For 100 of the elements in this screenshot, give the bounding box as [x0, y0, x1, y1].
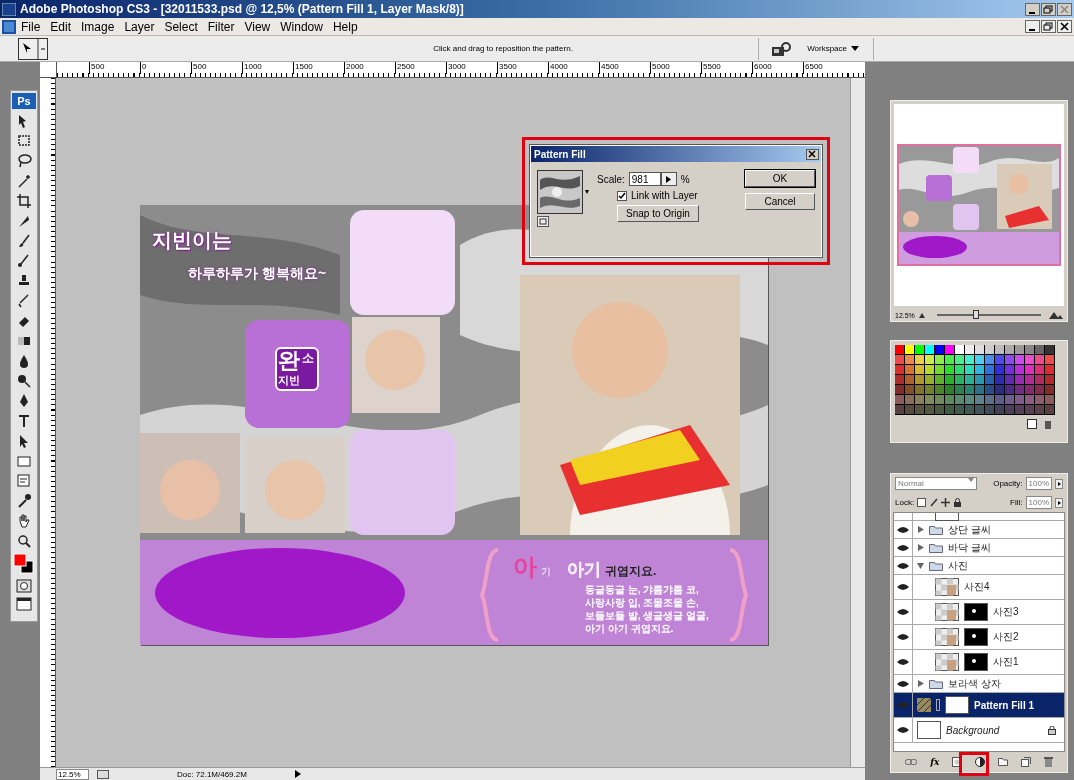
- color-swatches-icon[interactable]: [13, 553, 35, 575]
- eye-icon[interactable]: [897, 583, 909, 591]
- opacity-field[interactable]: 100%: [1025, 477, 1052, 490]
- caret-icon[interactable]: [585, 189, 589, 195]
- menu-item[interactable]: Edit: [45, 19, 77, 34]
- workspace-button[interactable]: Workspace: [805, 42, 861, 55]
- crop-icon[interactable]: [16, 193, 32, 209]
- mask-mode-icon[interactable]: [16, 579, 32, 593]
- zoom-icon[interactable]: [16, 533, 32, 549]
- close-icon[interactable]: [806, 148, 819, 160]
- brush-icon[interactable]: [16, 293, 32, 309]
- menu-item[interactable]: Window: [275, 19, 328, 34]
- checkbox[interactable]: [617, 190, 627, 201]
- menu-item[interactable]: Image: [76, 19, 120, 34]
- lock-icon[interactable]: [953, 498, 963, 507]
- zoom-in-icon[interactable]: [1049, 311, 1063, 319]
- disclosure-triangle-icon[interactable]: [917, 544, 924, 551]
- new-preset-icon[interactable]: [537, 216, 549, 227]
- eye-icon[interactable]: [897, 658, 909, 666]
- pattern-swatch[interactable]: [537, 170, 583, 214]
- brush-icon[interactable]: [16, 233, 32, 249]
- swatch-grid[interactable]: [895, 345, 1055, 415]
- restore-icon[interactable]: [1041, 20, 1056, 33]
- layer-row[interactable]: 상단 글씨: [894, 521, 1064, 539]
- menu-item[interactable]: Filter: [202, 19, 240, 34]
- poem-line: 아기 아기 귀엽지요.: [585, 622, 675, 635]
- hand-icon[interactable]: [16, 513, 32, 529]
- lock-icon: [1048, 725, 1056, 735]
- slider-thumb[interactable]: [973, 310, 980, 319]
- close-icon[interactable]: [1057, 20, 1072, 33]
- play-icon[interactable]: [1055, 497, 1063, 508]
- preview-icon[interactable]: [97, 769, 109, 779]
- brush-icon[interactable]: [929, 498, 939, 507]
- disclosure-triangle-icon[interactable]: [917, 562, 924, 569]
- type-icon[interactable]: [16, 413, 32, 429]
- brush-icon[interactable]: [16, 253, 32, 269]
- note-icon[interactable]: [16, 473, 32, 489]
- folder-icon[interactable]: [997, 758, 1008, 766]
- link-icon[interactable]: [905, 759, 918, 765]
- menu-item[interactable]: Help: [327, 19, 363, 34]
- play-icon[interactable]: [1055, 478, 1063, 489]
- ruler-label: 1000: [242, 62, 293, 74]
- mask-thumbnail: [964, 653, 988, 671]
- menu-item[interactable]: File: [16, 19, 46, 34]
- layer-row[interactable]: 사진4: [894, 575, 1064, 600]
- eye-icon[interactable]: [897, 679, 909, 688]
- ruler-label: 500: [89, 62, 140, 74]
- move-icon[interactable]: [941, 498, 951, 507]
- ruler-label: 1500: [293, 62, 344, 74]
- restore-icon[interactable]: [1041, 2, 1056, 16]
- menu-item[interactable]: Select: [159, 19, 203, 34]
- wand-icon[interactable]: [16, 173, 32, 189]
- eye-icon[interactable]: [897, 525, 909, 534]
- layer-row[interactable]: Background: [894, 718, 1064, 743]
- minimize-icon[interactable]: [1025, 20, 1040, 33]
- play-icon[interactable]: [295, 770, 301, 778]
- new-layer-icon[interactable]: [1020, 757, 1031, 767]
- tool-preset-icon[interactable]: [18, 37, 48, 60]
- eye-icon[interactable]: [897, 561, 909, 570]
- eye-icon[interactable]: [897, 726, 909, 734]
- layer-row[interactable]: 사진2: [894, 625, 1064, 650]
- doc-size: Doc: 72.1M/469.2M: [176, 769, 248, 779]
- trash-icon[interactable]: [1043, 419, 1053, 429]
- layer-name: 사진2: [993, 630, 1019, 644]
- lock-transparency-icon[interactable]: [917, 498, 927, 507]
- scale-field[interactable]: 981: [628, 172, 661, 186]
- blend-mode-dropdown[interactable]: Normal: [895, 477, 977, 490]
- layer-row[interactable]: 사진3: [894, 600, 1064, 625]
- dodge-icon[interactable]: [16, 373, 32, 389]
- new-swatch-icon[interactable]: [1027, 419, 1037, 429]
- ok-button[interactable]: OK: [745, 170, 815, 187]
- menu-item[interactable]: View: [239, 19, 276, 34]
- rectangle-icon[interactable]: [16, 453, 32, 469]
- layer-row[interactable]: 바닥 글씨: [894, 539, 1064, 557]
- play-icon: [666, 175, 672, 183]
- eye-icon[interactable]: [897, 633, 909, 641]
- trash-icon[interactable]: [1043, 757, 1053, 767]
- eyedropper-icon[interactable]: [16, 493, 32, 509]
- ruler-label: 5500: [701, 62, 752, 74]
- lasso-icon[interactable]: [16, 153, 32, 169]
- screen-mode-icon[interactable]: [16, 597, 32, 611]
- menu-item[interactable]: Layer: [119, 19, 160, 34]
- marquee-icon[interactable]: [16, 133, 32, 149]
- layer-thumbnail: [935, 603, 959, 621]
- snap-button[interactable]: Snap to Origin: [617, 205, 699, 222]
- cancel-button[interactable]: Cancel: [745, 193, 815, 210]
- layer-row[interactable]: 사진: [894, 557, 1064, 575]
- fx-button[interactable]: fx: [930, 757, 940, 767]
- disclosure-triangle-icon[interactable]: [917, 526, 924, 533]
- adjustment-icon[interactable]: [975, 757, 986, 767]
- disclosure-triangle-icon[interactable]: [917, 680, 924, 687]
- zoom-field[interactable]: 12.5%: [56, 768, 89, 780]
- chain-icon: [936, 699, 940, 711]
- eye-icon[interactable]: [897, 608, 909, 616]
- minimize-icon[interactable]: [1025, 2, 1040, 16]
- palette-icon[interactable]: [771, 40, 792, 57]
- layer-row[interactable]: 사진1: [894, 650, 1064, 675]
- layer-row[interactable]: Pattern Fill 1: [894, 693, 1064, 718]
- fill-field[interactable]: 100%: [1025, 496, 1052, 509]
- eye-icon[interactable]: [897, 543, 909, 552]
